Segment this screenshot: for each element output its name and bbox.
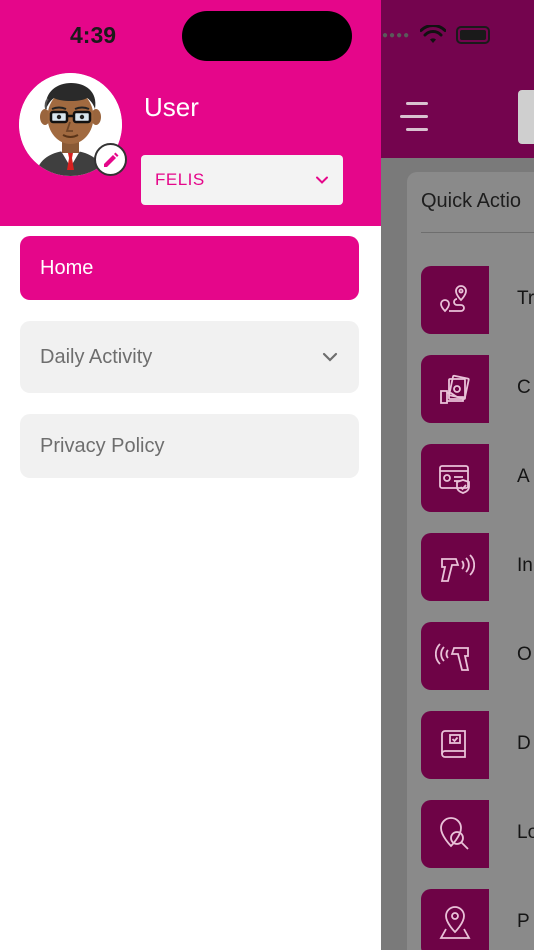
- quick-action-label: Lo: [517, 822, 534, 843]
- quick-action-item[interactable]: In: [421, 533, 534, 601]
- user-name: User: [144, 92, 199, 122]
- quick-action-item[interactable]: Tr: [421, 266, 534, 334]
- navigation-drawer: 4:39 User FELIS Home Daily Activity Priv…: [0, 0, 381, 950]
- cash-icon: [421, 355, 489, 423]
- status-time: 4:39: [70, 22, 117, 48]
- id-card-check-icon: [421, 444, 489, 512]
- quick-action-label: C: [517, 377, 531, 398]
- background-search-field[interactable]: [518, 90, 534, 144]
- menu-item-label: Home: [40, 256, 94, 279]
- quick-action-label: In: [517, 555, 533, 576]
- signal-dots-icon: ●●●●: [382, 29, 411, 41]
- drawer-header: 4:39 User FELIS: [0, 0, 381, 226]
- battery-icon: [456, 26, 491, 44]
- quick-action-item[interactable]: P: [421, 889, 534, 950]
- location-search-icon: [421, 800, 489, 868]
- quick-action-label: A: [517, 466, 530, 487]
- hamburger-menu-icon[interactable]: [400, 102, 430, 131]
- organization-value: FELIS: [155, 170, 205, 189]
- pencil-icon: [103, 152, 118, 167]
- dynamic-island: [182, 11, 352, 61]
- organization-dropdown[interactable]: FELIS: [141, 155, 343, 205]
- quick-action-item[interactable]: C: [421, 355, 534, 423]
- edit-avatar-button[interactable]: [94, 143, 127, 176]
- status-icons: ●●●●: [382, 24, 491, 46]
- menu-item-daily-activity[interactable]: Daily Activity: [20, 321, 359, 393]
- quick-actions-card: Quick Actio Tr C A In O D Lo P: [407, 172, 534, 950]
- chevron-down-icon[interactable]: [321, 348, 339, 366]
- menu-item-privacy-policy[interactable]: Privacy Policy: [20, 414, 359, 478]
- divider: [421, 232, 534, 233]
- background-app-header: ●●●●: [380, 0, 534, 158]
- scanner-out-icon: [421, 622, 489, 690]
- quick-action-item[interactable]: D: [421, 711, 534, 779]
- quick-action-label: P: [517, 911, 530, 932]
- background-app-overlay[interactable]: ●●●● Quick Actio Tr C A In O D Lo P: [380, 0, 534, 950]
- quick-action-item[interactable]: A: [421, 444, 534, 512]
- quick-action-label: Tr: [517, 288, 534, 309]
- quick-action-item[interactable]: Lo: [421, 800, 534, 868]
- scanner-in-icon: [421, 533, 489, 601]
- menu-item-label: Privacy Policy: [40, 434, 165, 457]
- menu-item-home[interactable]: Home: [20, 236, 359, 300]
- map-pin-icon: [421, 889, 489, 950]
- document-icon: [421, 711, 489, 779]
- menu-item-label: Daily Activity: [40, 345, 153, 368]
- chevron-down-icon: [316, 176, 328, 184]
- wifi-icon: [420, 25, 447, 43]
- route-icon: [421, 266, 489, 334]
- quick-actions-title: Quick Actio: [421, 190, 522, 212]
- quick-action-item[interactable]: O: [421, 622, 534, 690]
- quick-action-label: O: [517, 644, 532, 665]
- quick-action-label: D: [517, 733, 531, 754]
